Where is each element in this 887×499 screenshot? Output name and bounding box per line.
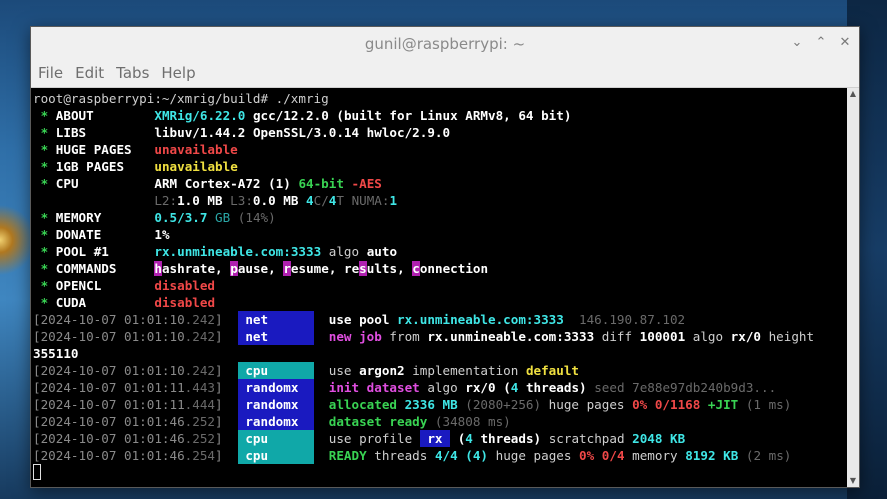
log-line: [2024-10-07 01:01:10.242] net use pool r… <box>33 311 686 328</box>
title-bar[interactable]: gunil@raspberrypi: ~ ⌄ ⌃ ✕ <box>31 27 859 60</box>
close-icon[interactable]: ✕ <box>837 35 853 51</box>
vertical-scrollbar[interactable]: ▲ ▼ <box>847 88 859 487</box>
log-line: [2024-10-07 01:01:10.242] net new job fr… <box>33 328 815 345</box>
info-huge-pages: * HUGE PAGES unavailable <box>40 142 238 157</box>
minimize-icon[interactable]: ⌄ <box>789 35 805 51</box>
terminal-output[interactable]: root@raspberrypi:~/xmrig/build# ./xmrig … <box>31 88 847 487</box>
log-line: [2024-10-07 01:01:46.252] cpu use profil… <box>33 430 686 447</box>
info-libs: * LIBS libuv/1.44.2 OpenSSL/3.0.14 hwloc… <box>40 125 451 140</box>
log-line-wrap: 355110 <box>33 346 79 361</box>
terminal-window[interactable]: gunil@raspberrypi: ~ ⌄ ⌃ ✕ File Edit Tab… <box>30 26 860 488</box>
log-line: [2024-10-07 01:01:46.254] cpu READY thre… <box>33 447 792 464</box>
maximize-icon[interactable]: ⌃ <box>813 35 829 51</box>
log-line: [2024-10-07 01:01:11.444] randomx alloca… <box>33 396 792 413</box>
info-commands: * COMMANDS hashrate, pause, resume, resu… <box>40 261 489 276</box>
info-donate: * DONATE 1% <box>40 227 170 242</box>
log-line: [2024-10-07 01:01:10.242] cpu use argon2… <box>33 362 580 379</box>
info-about: * ABOUT XMRig/6.22.0 gcc/12.2.0 (built f… <box>40 108 572 123</box>
menu-bar: File Edit Tabs Help <box>31 59 859 88</box>
info-opencl: * OPENCL disabled <box>40 278 216 293</box>
cursor-line[interactable] <box>33 464 847 481</box>
scroll-down-icon[interactable]: ▼ <box>847 475 859 487</box>
menu-edit[interactable]: Edit <box>70 59 109 87</box>
background-lantern-glow <box>0 200 30 280</box>
window-title: gunil@raspberrypi: ~ <box>364 35 526 53</box>
info-1gb-pages: * 1GB PAGES unavailable <box>40 159 238 174</box>
shell-prompt: root@raspberrypi:~/xmrig/build# ./xmrig <box>33 91 329 106</box>
log-line: [2024-10-07 01:01:46.252] randomx datase… <box>33 413 511 430</box>
info-cpu-cache: L2:1.0 MB L3:0.0 MB 4C/4T NUMA:1 <box>154 193 398 208</box>
info-pool: * POOL #1 rx.unmineable.com:3333 algo au… <box>40 244 398 259</box>
text-cursor <box>33 464 41 480</box>
menu-tabs[interactable]: Tabs <box>111 59 154 87</box>
info-memory: * MEMORY 0.5/3.7 GB (14%) <box>40 210 276 225</box>
info-cuda: * CUDA disabled <box>40 295 216 310</box>
log-line: [2024-10-07 01:01:11.443] randomx init d… <box>33 379 777 396</box>
menu-help[interactable]: Help <box>156 59 200 87</box>
info-cpu: * CPU ARM Cortex-A72 (1) 64-bit -AES <box>40 176 382 191</box>
scroll-up-icon[interactable]: ▲ <box>847 88 859 100</box>
menu-file[interactable]: File <box>33 59 68 87</box>
